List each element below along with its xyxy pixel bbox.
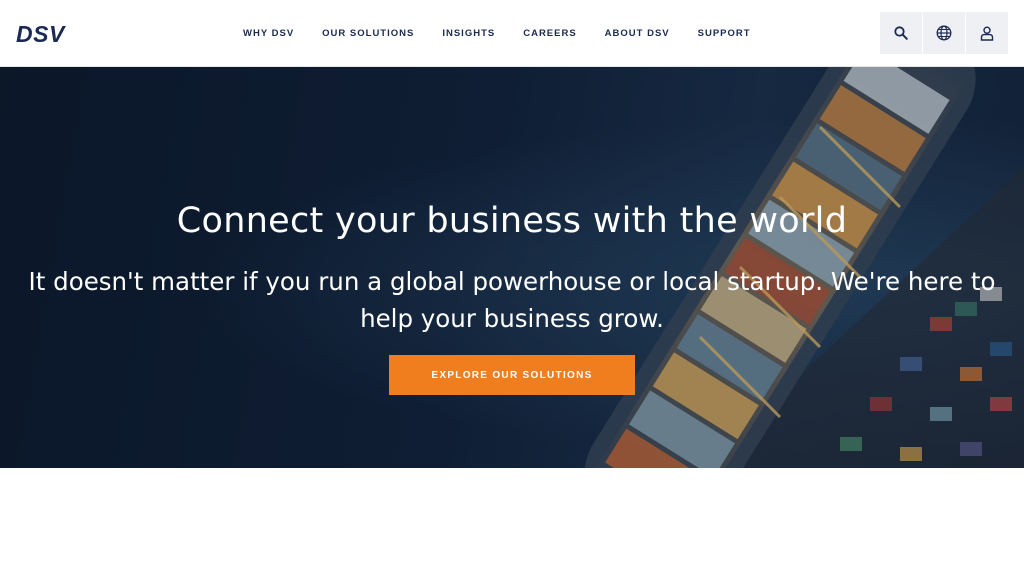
site-header: DSV WHY DSV OUR SOLUTIONS INSIGHTS CAREE… bbox=[0, 0, 1024, 67]
nav-careers[interactable]: CAREERS bbox=[523, 28, 576, 39]
dsv-logo-mark: DSV bbox=[16, 21, 66, 47]
language-button[interactable] bbox=[923, 12, 965, 54]
search-icon bbox=[894, 26, 908, 40]
nav-why-dsv[interactable]: WHY DSV bbox=[243, 28, 294, 39]
explore-solutions-button[interactable]: EXPLORE OUR SOLUTIONS bbox=[389, 355, 635, 395]
dsv-logo[interactable]: DSV bbox=[16, 21, 82, 47]
hero-subtitle: It doesn't matter if you run a global po… bbox=[28, 267, 996, 333]
hero-title: Connect your business with the world bbox=[176, 201, 848, 241]
user-icon bbox=[980, 25, 994, 41]
header-tools bbox=[880, 12, 1009, 54]
nav-insights[interactable]: INSIGHTS bbox=[442, 28, 495, 39]
globe-icon bbox=[936, 25, 952, 41]
account-button[interactable] bbox=[966, 12, 1008, 54]
nav-our-solutions[interactable]: OUR SOLUTIONS bbox=[322, 28, 414, 39]
nav-about-dsv[interactable]: ABOUT DSV bbox=[605, 28, 670, 39]
hero-banner: Connect your business with the world It … bbox=[0, 67, 1024, 468]
main-nav: WHY DSV OUR SOLUTIONS INSIGHTS CAREERS A… bbox=[243, 28, 779, 39]
search-button[interactable] bbox=[880, 12, 922, 54]
svg-text:DSV: DSV bbox=[16, 23, 66, 45]
nav-support[interactable]: SUPPORT bbox=[698, 28, 751, 39]
